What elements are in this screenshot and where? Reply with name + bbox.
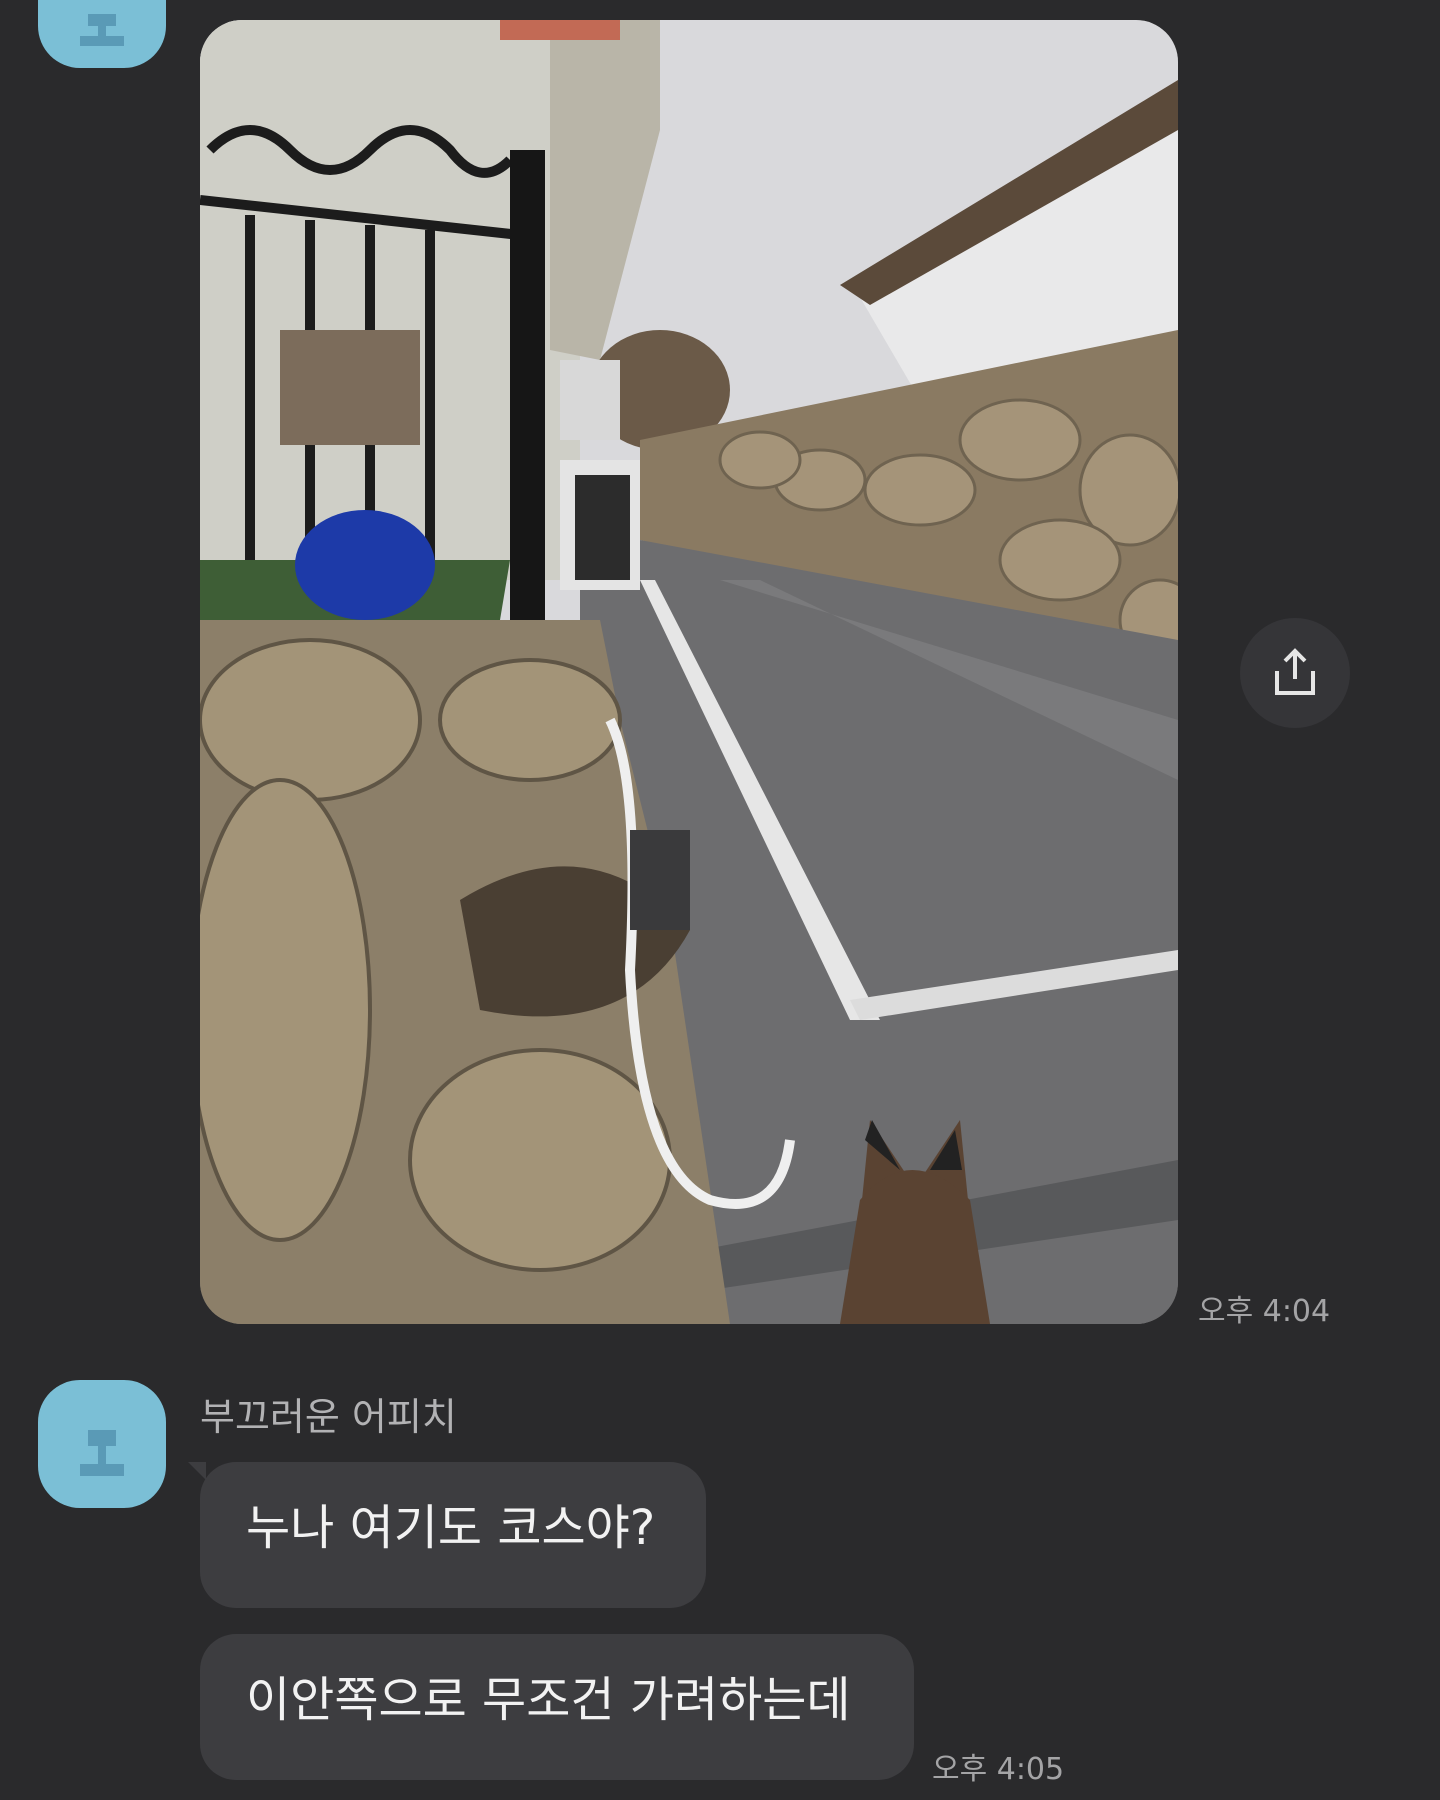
photo-image: [200, 20, 1178, 1324]
avatar-sender[interactable]: [38, 1380, 166, 1508]
message-time: 오후 4:04: [1198, 1294, 1331, 1329]
message-bubble[interactable]: 이안쪽으로 무조건 가려하는데: [200, 1634, 914, 1780]
photo-message[interactable]: [200, 20, 1178, 1324]
share-button[interactable]: [1240, 618, 1350, 728]
sender-name: 부끄러운 어피치: [200, 1395, 457, 1439]
message-bubble[interactable]: 누나 여기도 코스야?: [200, 1462, 706, 1608]
avatar-icon: [80, 14, 124, 46]
bubble-tail: [188, 1462, 206, 1480]
share-icon: [1275, 648, 1315, 695]
message-time: 오후 4:05: [932, 1752, 1065, 1787]
avatar-top[interactable]: [38, 0, 166, 68]
avatar-icon: [80, 1430, 124, 1476]
